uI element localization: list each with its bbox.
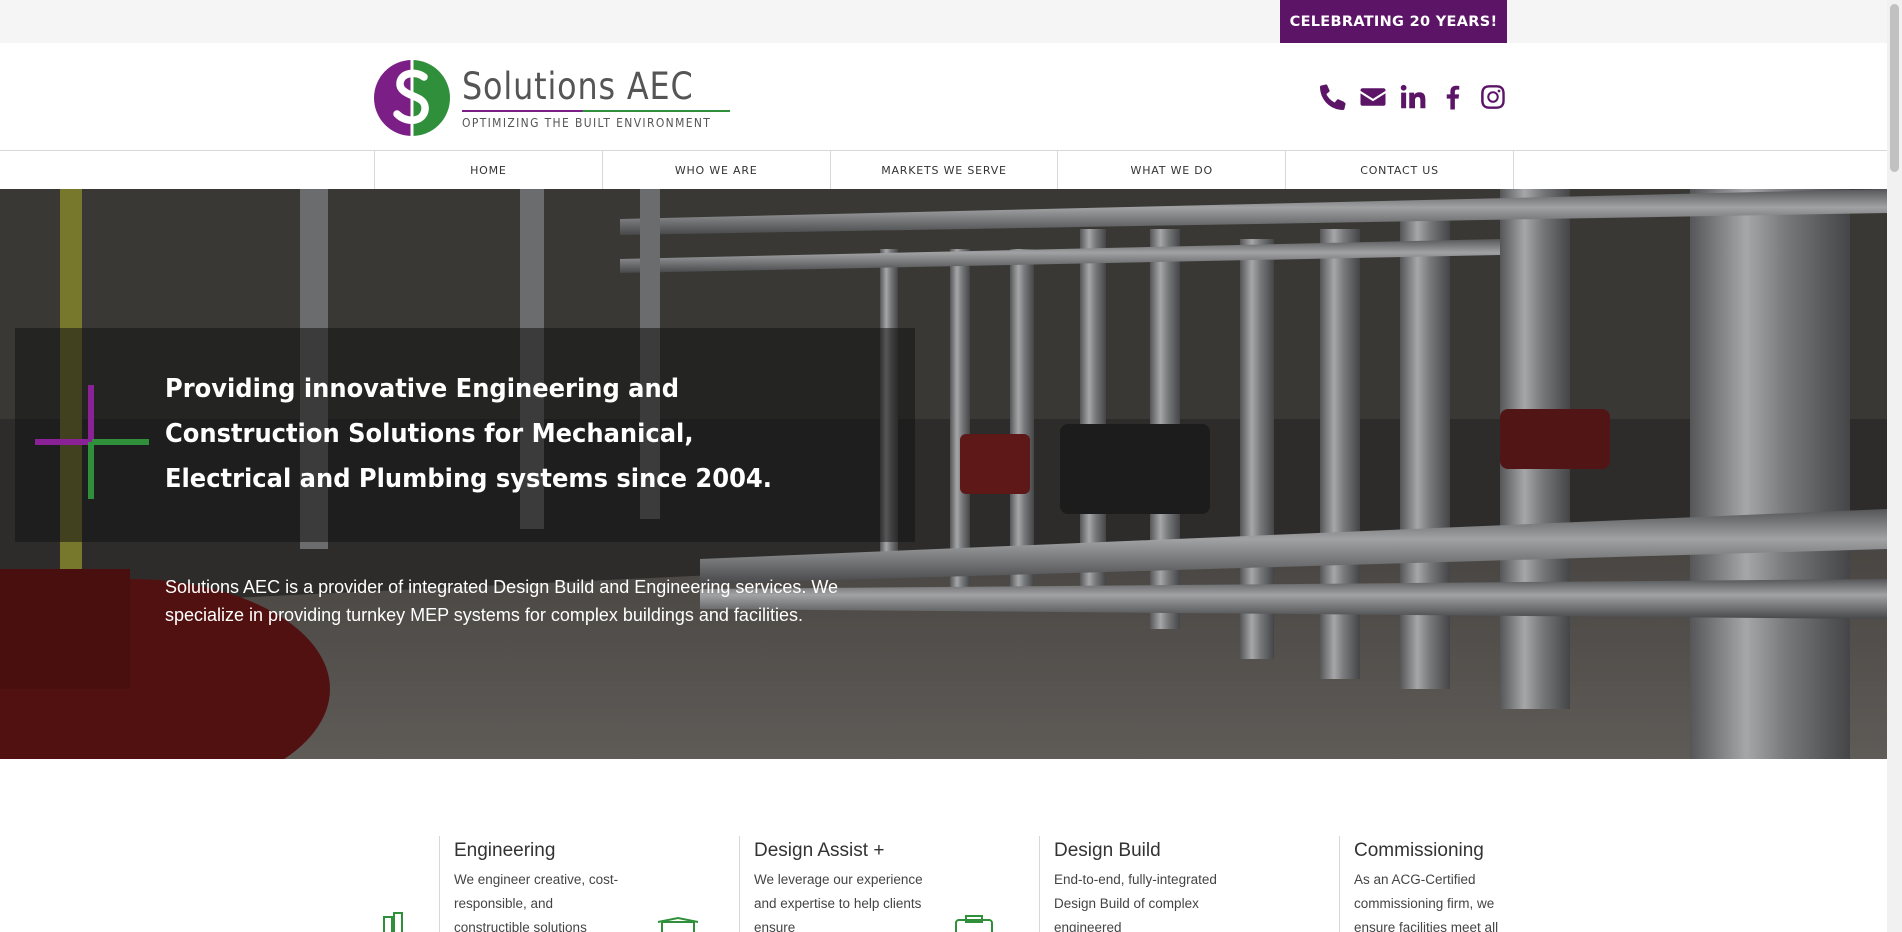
- service-divider: [439, 836, 440, 932]
- logo-name: Solutions AEC: [462, 65, 694, 108]
- engineering-icon: [383, 912, 403, 932]
- service-text: We engineer creative, cost-responsible, …: [454, 872, 619, 932]
- service-design-build[interactable]: Design Build End-to-end, fully-integrate…: [955, 836, 1274, 932]
- main-nav: HOME WHO WE ARE MARKETS WE SERVE WHAT WE…: [0, 151, 1887, 189]
- design-assist-icon: [657, 916, 699, 932]
- service-divider: [1039, 836, 1040, 932]
- scrollbar-thumb[interactable]: [1890, 4, 1899, 172]
- phone-icon[interactable]: [1318, 82, 1348, 112]
- services-section: Engineering We engineer creative, cost-r…: [374, 836, 1514, 932]
- service-text: End-to-end, fully-integrated Design Buil…: [1054, 872, 1217, 932]
- service-text: We leverage our experience and expertise…: [754, 872, 923, 932]
- nav-item-home[interactable]: HOME: [375, 151, 603, 189]
- email-icon[interactable]: [1358, 82, 1388, 112]
- design-build-icon: [955, 915, 993, 932]
- service-title: Design Build: [1054, 840, 1161, 861]
- site-logo[interactable]: Solutions AEC OPTIMIZING THE BUILT ENVIR…: [374, 58, 734, 138]
- celebrating-20-years-button[interactable]: CELEBRATING 20 YEARS!: [1280, 0, 1507, 43]
- nav-item-contact-us[interactable]: CONTACT US: [1286, 151, 1514, 189]
- hero-banner: Providing innovative Engineering and Con…: [0, 189, 1887, 759]
- linkedin-icon[interactable]: [1398, 82, 1428, 112]
- logo-mark-icon: [374, 60, 450, 136]
- service-title: Engineering: [454, 840, 556, 861]
- nav-item-who-we-are[interactable]: WHO WE ARE: [603, 151, 831, 189]
- page-scrollbar[interactable]: [1887, 0, 1902, 932]
- service-title: Design Assist +: [754, 840, 885, 861]
- service-text: As an ACG-Certified commissioning firm, …: [1354, 872, 1499, 932]
- logo-rule: [462, 110, 730, 112]
- facebook-icon[interactable]: [1438, 82, 1468, 112]
- site-header: Solutions AEC OPTIMIZING THE BUILT ENVIR…: [0, 43, 1887, 151]
- service-commissioning[interactable]: Commissioning As an ACG-Certified commis…: [1274, 836, 1574, 932]
- nav-item-markets-we-serve[interactable]: MARKETS WE SERVE: [831, 151, 1059, 189]
- service-design-assist[interactable]: Design Assist + We leverage our experien…: [657, 836, 974, 932]
- top-bar: CELEBRATING 20 YEARS!: [0, 0, 1887, 43]
- page: CELEBRATING 20 YEARS! Solutions AEC OPTI…: [0, 0, 1902, 932]
- service-title: Commissioning: [1354, 840, 1484, 861]
- service-divider: [1339, 836, 1340, 932]
- hero-title: Providing innovative Engineering and Con…: [165, 374, 772, 494]
- hero-description: Solutions AEC is a provider of integrate…: [165, 577, 839, 625]
- service-engineering[interactable]: Engineering We engineer creative, cost-r…: [374, 836, 674, 932]
- brand-cross-icon: [35, 385, 149, 499]
- social-links: [1318, 79, 1508, 115]
- logo-tagline: OPTIMIZING THE BUILT ENVIRONMENT: [462, 115, 712, 130]
- nav-item-what-we-do[interactable]: WHAT WE DO: [1058, 151, 1287, 189]
- service-divider: [739, 836, 740, 932]
- instagram-icon[interactable]: [1478, 82, 1508, 112]
